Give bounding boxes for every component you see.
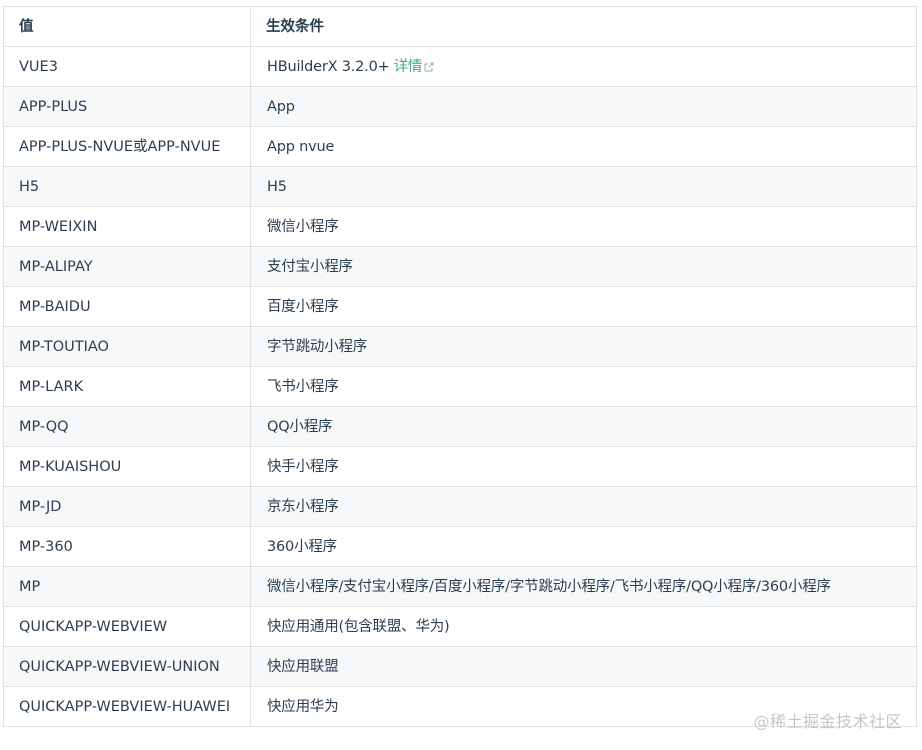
value-cell: VUE3 <box>3 46 251 87</box>
condition-text: HBuilderX 3.2.0+ <box>267 58 390 75</box>
condition-cell: H5 <box>250 166 917 207</box>
external-link-icon <box>424 62 434 71</box>
value-cell: QUICKAPP-WEBVIEW <box>3 606 251 647</box>
condition-cell: QQ小程序 <box>250 406 917 447</box>
condition-cell: 支付宝小程序 <box>250 246 917 287</box>
value-cell: MP-KUAISHOU <box>3 446 251 487</box>
header-condition: 生效条件 <box>250 6 917 47</box>
value-cell: H5 <box>3 166 251 207</box>
table-row: MP-BAIDU 百度小程序 <box>3 286 917 327</box>
table-row: MP-360 360小程序 <box>3 526 917 567</box>
value-cell: MP-ALIPAY <box>3 246 251 287</box>
condition-cell: 京东小程序 <box>250 486 917 527</box>
table-row: VUE3 HBuilderX 3.2.0+ 详情 <box>3 46 917 87</box>
value-cell: MP-BAIDU <box>3 286 251 327</box>
condition-cell: 快应用通用(包含联盟、华为) <box>250 606 917 647</box>
table-row: APP-PLUS-NVUE或APP-NVUE App nvue <box>3 126 917 167</box>
table-row: MP-KUAISHOU 快手小程序 <box>3 446 917 487</box>
table-row: H5 H5 <box>3 166 917 207</box>
table-row: MP-QQ QQ小程序 <box>3 406 917 447</box>
value-cell: QUICKAPP-WEBVIEW-UNION <box>3 646 251 687</box>
condition-cell: 360小程序 <box>250 526 917 567</box>
value-cell: MP-TOUTIAO <box>3 326 251 367</box>
table-row: MP-WEIXIN 微信小程序 <box>3 206 917 247</box>
table-row: QUICKAPP-WEBVIEW-HUAWEI 快应用华为 <box>3 686 917 727</box>
value-cell: MP-WEIXIN <box>3 206 251 247</box>
table-row: MP-ALIPAY 支付宝小程序 <box>3 246 917 287</box>
condition-cell: 快手小程序 <box>250 446 917 487</box>
value-cell: MP-360 <box>3 526 251 567</box>
condition-cell: HBuilderX 3.2.0+ 详情 <box>250 46 917 87</box>
condition-cell: App nvue <box>250 126 917 167</box>
condition-cell: 飞书小程序 <box>250 366 917 407</box>
platform-condition-table: 值 生效条件 VUE3 HBuilderX 3.2.0+ 详情 APP-PLUS … <box>3 6 917 727</box>
value-cell: MP <box>3 566 251 607</box>
detail-link-label: 详情 <box>393 58 423 75</box>
condition-cell: App <box>250 86 917 127</box>
table-row: MP-JD 京东小程序 <box>3 486 917 527</box>
table-row: QUICKAPP-WEBVIEW 快应用通用(包含联盟、华为) <box>3 606 917 647</box>
value-cell: MP-QQ <box>3 406 251 447</box>
table-row: MP-TOUTIAO 字节跳动小程序 <box>3 326 917 367</box>
condition-cell: 微信小程序 <box>250 206 917 247</box>
value-cell: QUICKAPP-WEBVIEW-HUAWEI <box>3 686 251 727</box>
value-cell: MP-JD <box>3 486 251 527</box>
condition-cell: 快应用华为 <box>250 686 917 727</box>
table-row: APP-PLUS App <box>3 86 917 127</box>
table-row: MP-LARK 飞书小程序 <box>3 366 917 407</box>
condition-cell: 字节跳动小程序 <box>250 326 917 367</box>
condition-cell: 百度小程序 <box>250 286 917 327</box>
value-cell: APP-PLUS <box>3 86 251 127</box>
value-cell: APP-PLUS-NVUE或APP-NVUE <box>3 126 251 167</box>
table-row: QUICKAPP-WEBVIEW-UNION 快应用联盟 <box>3 646 917 687</box>
table-row: MP 微信小程序/支付宝小程序/百度小程序/字节跳动小程序/飞书小程序/QQ小程… <box>3 566 917 607</box>
table-header-row: 值 生效条件 <box>3 6 917 47</box>
value-cell: MP-LARK <box>3 366 251 407</box>
header-value: 值 <box>3 6 251 47</box>
condition-cell: 快应用联盟 <box>250 646 917 687</box>
detail-link[interactable]: 详情 <box>394 59 435 75</box>
condition-cell: 微信小程序/支付宝小程序/百度小程序/字节跳动小程序/飞书小程序/QQ小程序/3… <box>250 566 917 607</box>
